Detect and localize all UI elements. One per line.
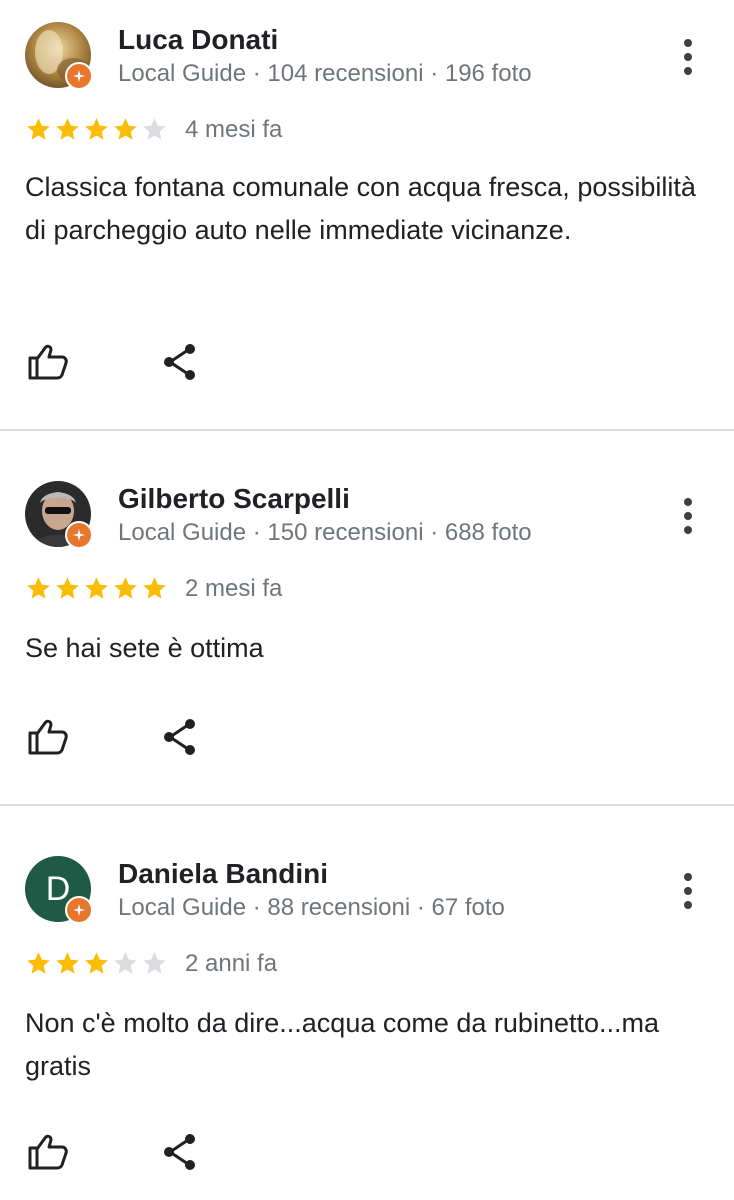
review-card: Luca Donati Local Guide · 104 recensioni… [0,0,734,430]
share-button[interactable] [158,715,202,759]
review-time: 2 anni fa [185,950,278,977]
more-options-button[interactable] [670,35,706,79]
star-filled-icon [114,577,137,599]
star-filled-icon [56,952,79,974]
star-filled-icon [27,118,50,140]
local-guide-badge-icon [65,62,93,90]
avatar[interactable] [25,481,93,549]
star-filled-icon [27,952,50,974]
star-empty-icon [143,952,166,974]
review-text: Classica fontana comunale con acqua fres… [25,172,696,245]
share-icon [164,1134,195,1170]
review-time: 2 mesi fa [185,575,283,602]
star-filled-icon [56,118,79,140]
avatar[interactable] [25,22,93,90]
local-guide-badge-icon [65,521,93,549]
star-rating [25,116,168,143]
share-icon [164,344,195,380]
review-card: D Daniela Bandini Local Guide · 88 recen… [0,806,734,1200]
star-empty-icon [143,118,166,140]
review-text: Non c'è molto da dire...acqua come da ru… [25,1008,659,1081]
reviewer-name[interactable]: Daniela Bandini [118,858,328,890]
star-filled-icon [56,577,79,599]
reviewer-name[interactable]: Gilberto Scarpelli [118,483,350,515]
reviewer-name[interactable]: Luca Donati [118,24,278,56]
review-card: Gilberto Scarpelli Local Guide · 150 rec… [0,431,734,805]
share-button[interactable] [158,1130,202,1174]
star-filled-icon [143,577,166,599]
share-icon [164,719,195,755]
review-text: Se hai sete è ottima [25,633,264,663]
reviewer-meta: Local Guide · 88 recensioni · 67 foto [118,894,505,921]
more-vert-icon [684,498,692,506]
thumb-up-icon [28,344,68,380]
avatar[interactable]: D [25,856,93,924]
like-button[interactable] [26,340,70,384]
more-vert-icon [684,39,692,47]
more-vert-icon [684,873,692,881]
share-button[interactable] [158,340,202,384]
star-empty-icon [114,952,137,974]
reviewer-meta: Local Guide · 104 recensioni · 196 foto [118,60,532,87]
more-options-button[interactable] [670,494,706,538]
like-button[interactable] [26,715,70,759]
thumb-up-icon [28,719,68,755]
star-filled-icon [114,118,137,140]
more-options-button[interactable] [670,869,706,913]
local-guide-badge-icon [65,896,93,924]
reviewer-meta: Local Guide · 150 recensioni · 688 foto [118,519,532,546]
star-filled-icon [27,577,50,599]
star-filled-icon [85,118,108,140]
thumb-up-icon [28,1134,68,1170]
star-filled-icon [85,577,108,599]
like-button[interactable] [26,1130,70,1174]
star-rating [25,950,168,977]
review-time: 4 mesi fa [185,116,283,143]
star-rating [25,575,168,602]
star-filled-icon [85,952,108,974]
